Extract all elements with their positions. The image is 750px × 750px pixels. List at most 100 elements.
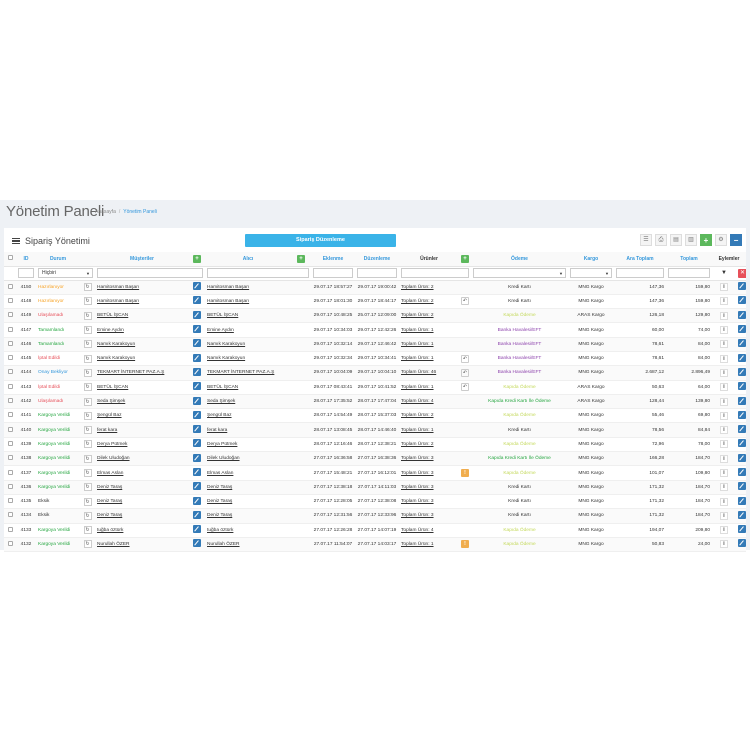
info-icon[interactable]: i [720,497,728,506]
refresh-icon[interactable]: ↻ [83,483,92,492]
info-icon[interactable]: i [720,426,728,435]
refresh-icon[interactable]: ↻ [83,411,92,420]
refresh-icon[interactable]: ↻ [83,454,92,463]
table-row[interactable]: 4143 İptal Edildi ↻ BETÜL İŞCAN BETÜL İŞCAN 2… [4,380,747,395]
customer-link[interactable]: TEKMART İNTERNET PAZ.A.Ş [95,365,189,381]
table-row[interactable]: 4135 Eksik ↻ Deniz Taraş Deniz Taraş 27.07.17… [4,494,747,510]
settings-icon[interactable]: ⚙ [715,234,727,246]
table-row[interactable]: 4132 Kargoya Verildi ↻ Nurullah ÖZER Nurulla… [4,537,747,553]
products-link[interactable]: Toplam Ürün: 3 [399,494,459,510]
info-icon[interactable]: i [720,483,728,492]
table-row[interactable]: 4137 Kargoya Verildi ↻ Elmas Aslan Elmas Asl… [4,465,747,481]
edit-icon[interactable] [193,539,201,548]
customer-link[interactable]: Hamitosman Başarı [95,280,189,295]
products-link[interactable]: Toplam Ürün: 1 [399,537,459,553]
row-checkbox[interactable] [7,455,13,461]
refresh-icon[interactable]: ↻ [83,511,92,520]
info-icon[interactable]: i [720,540,728,549]
col-edited[interactable]: Düzenleme [355,252,399,267]
row-checkbox[interactable] [7,312,13,318]
table-row[interactable]: 4149 Ulaşılamadı ↻ BETÜL İŞCAN BETÜL İŞCAN 29… [4,308,747,324]
products-link[interactable]: Toplam Ürün: 46 [399,365,459,381]
table-row[interactable]: 4141 Kargoya Verildi ↻ Şengül Baz Şengül Baz… [4,408,747,424]
export-icon[interactable]: ▤ [670,234,682,246]
products-link[interactable]: Toplam Ürün: 2 [399,308,459,324]
filter-products-input[interactable] [401,268,469,278]
edit-order-icon[interactable] [738,439,746,448]
edit-order-icon[interactable] [738,325,746,334]
edit-icon[interactable] [193,439,201,448]
filter-receiver-input[interactable] [207,268,309,278]
row-checkbox[interactable] [7,498,13,504]
customer-link[interactable]: Nurullah ÖZER [95,537,189,553]
table-row[interactable]: 4144 Onay Bekliyor ↻ TEKMART İNTERNET PAZ.A… [4,365,747,381]
row-checkbox[interactable] [7,512,13,518]
customer-link[interactable]: Emine Aydın [95,322,189,338]
info-icon[interactable]: i [720,469,728,477]
edit-icon[interactable] [193,482,201,491]
bulk-edit-button[interactable]: Sipariş Düzenleme [245,234,396,247]
info-icon[interactable]: i [720,354,728,363]
row-checkbox[interactable] [7,297,13,303]
refresh-icon[interactable]: ↻ [83,397,92,406]
row-checkbox[interactable] [7,526,13,532]
table-row[interactable]: 4142 Ulaşılamadı ↻ Seda Şimşek Seda Şimşek 28… [4,394,747,410]
edit-order-icon[interactable] [738,453,746,462]
edit-order-icon[interactable] [738,539,746,548]
undo-icon[interactable]: ↶ [461,368,469,377]
row-checkbox[interactable] [7,469,13,475]
receiver-link[interactable]: Emine Aydın [205,322,311,338]
products-link[interactable]: Toplam Ürün: 1 [399,351,459,367]
products-link[interactable]: Toplam Ürün: 3 [399,508,459,524]
edit-order-icon[interactable] [738,296,746,305]
edit-icon[interactable] [193,382,201,391]
filter-id-input[interactable] [18,268,34,278]
edit-order-icon[interactable] [738,468,746,476]
receiver-link[interactable]: Şengül Baz [205,408,311,424]
table-row[interactable]: 4134 Eksik ↻ Deniz Taraş Deniz Taraş 27.07.17… [4,508,747,524]
info-icon[interactable]: i [720,368,728,377]
customer-link[interactable]: Hamitosman Başarı [95,294,189,310]
products-link[interactable]: Toplam Ürün: 1 [399,380,459,395]
receiver-link[interactable]: BETÜL İŞCAN [205,380,311,395]
col-customer[interactable]: Müşteriler [95,252,189,267]
edit-order-icon[interactable] [738,396,746,405]
table-row[interactable]: 4147 Tamamlandı ↻ Emine Aydın Emine Aydın 29.… [4,322,747,338]
customer-link[interactable]: tuğba öztürk [95,523,189,538]
row-checkbox[interactable] [7,326,13,332]
receiver-link[interactable]: Dilek Uludoğan [205,451,311,467]
receiver-link[interactable]: Hamitosman Başarı [205,294,311,310]
info-icon[interactable]: i [720,397,728,406]
edit-order-icon[interactable] [738,425,746,434]
edit-icon[interactable] [193,453,201,462]
print-icon[interactable]: ⎙ [655,234,667,246]
add-product-icon[interactable]: + [461,254,469,263]
refresh-icon[interactable]: ↻ [83,311,92,320]
info-icon[interactable]: i [720,440,728,449]
refresh-icon[interactable]: ↻ [83,354,92,363]
edit-icon[interactable] [193,339,201,348]
row-checkbox[interactable] [7,426,13,432]
products-link[interactable]: Toplam Ürün: 1 [399,422,459,438]
row-checkbox[interactable] [7,483,13,489]
receiver-link[interactable]: tuğba öztürk [205,523,311,538]
undo-icon[interactable]: ↶ [461,354,469,363]
customer-link[interactable]: Namık Karakoyun [95,351,189,367]
warning-icon[interactable]: ! [461,540,469,549]
customer-link[interactable]: ferat kara [95,422,189,438]
customer-link[interactable]: Elmas Aslan [95,465,189,481]
refresh-icon[interactable]: ↻ [83,469,92,477]
filter-status-select[interactable]: Hiçbiri ▼ [38,268,93,278]
refresh-icon[interactable]: ↻ [83,383,92,392]
edit-order-icon[interactable] [738,310,746,319]
clear-filter-icon[interactable]: ✕ [738,268,747,278]
receiver-link[interactable]: Seda Şimşek [205,394,311,410]
col-total[interactable]: Toplam [666,252,712,267]
receiver-link[interactable]: Namık Karakoyun [205,337,311,352]
edit-order-icon[interactable] [738,496,746,505]
undo-icon[interactable]: ↶ [461,297,469,306]
edit-icon[interactable] [193,282,201,291]
edit-order-icon[interactable] [738,282,746,291]
row-checkbox[interactable] [7,412,13,418]
edit-order-icon[interactable] [738,525,746,534]
